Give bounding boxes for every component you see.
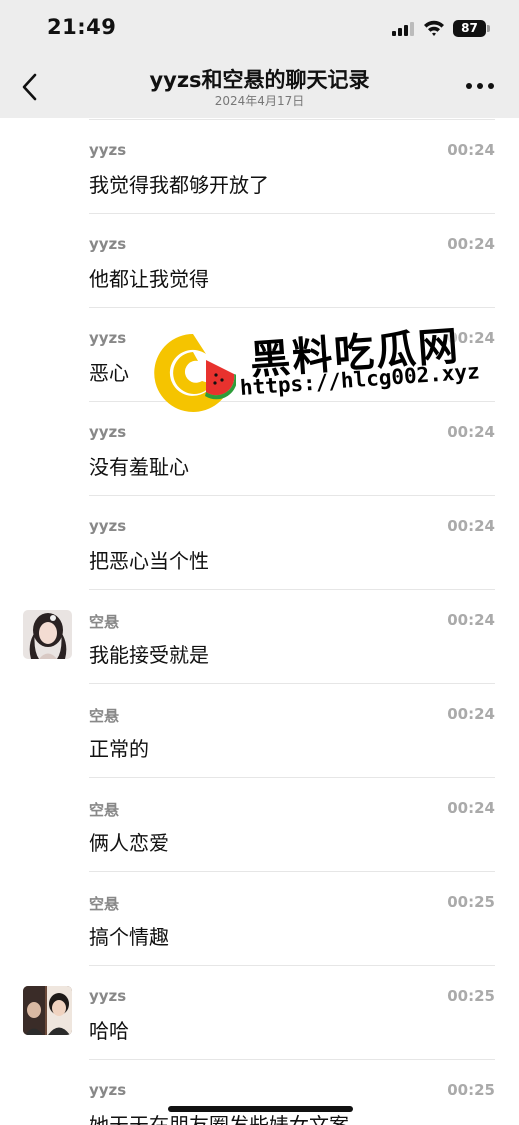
message-time: 00:25 — [447, 893, 495, 911]
message-text: 恶心 — [89, 361, 129, 385]
message-time: 00:25 — [447, 987, 495, 1005]
message-text: 哈哈 — [89, 1019, 129, 1043]
page-title: yyzs和空悬的聊天记录 — [149, 68, 370, 92]
sender-name: yyzs — [89, 329, 127, 347]
list-item[interactable]: yyzs 00:25 哈哈 — [0, 966, 519, 1060]
sender-name: yyzs — [89, 987, 127, 1005]
sender-name: 空悬 — [89, 801, 120, 819]
avatar-girl-icon — [23, 610, 72, 659]
page-subtitle: 2024年4月17日 — [214, 94, 305, 108]
list-item[interactable]: yyzs 00:25 她天天在朋友圈发些婊女文案 — [0, 1060, 519, 1125]
back-chevron-icon[interactable] — [18, 70, 44, 104]
list-item[interactable]: 空悬 00:24 正常的 — [0, 684, 519, 778]
list-item[interactable]: yyzs 00:24 把恶心当个性 — [0, 496, 519, 590]
message-time: 00:25 — [447, 1081, 495, 1099]
message-time: 00:24 — [447, 611, 495, 629]
message-text: 我觉得我都够开放了 — [89, 173, 269, 197]
message-text: 把恶心当个性 — [89, 549, 209, 573]
wifi-icon — [424, 20, 444, 36]
message-time: 00:24 — [447, 141, 495, 159]
sender-name: 空悬 — [89, 613, 120, 631]
message-time: 00:24 — [447, 235, 495, 253]
list-item[interactable]: 空悬 00:24 俩人恋爱 — [0, 778, 519, 872]
sender-name: yyzs — [89, 235, 127, 253]
avatar[interactable] — [23, 610, 72, 659]
nav-bar: yyzs和空悬的聊天记录 2024年4月17日 — [0, 56, 519, 118]
list-item[interactable]: 空悬 00:25 搞个情趣 — [0, 872, 519, 966]
sender-name: yyzs — [89, 1081, 127, 1099]
message-text: 没有羞耻心 — [89, 455, 189, 479]
avatar[interactable] — [23, 986, 72, 1035]
status-bar: 21:49 87 — [0, 0, 519, 56]
sender-name: 空悬 — [89, 895, 120, 913]
more-options-icon[interactable] — [466, 83, 494, 91]
message-text: 俩人恋爱 — [89, 831, 169, 855]
avatar-photo-icon — [23, 986, 72, 1035]
sender-name: yyzs — [89, 517, 127, 535]
sender-name: 空悬 — [89, 707, 120, 725]
message-text: 正常的 — [89, 737, 149, 761]
battery-tip — [487, 25, 490, 32]
chat-record-list[interactable]: yyzs 00:24 我觉得我都够开放了 yyzs 00:24 他都让我觉得 y… — [0, 118, 519, 1125]
list-item[interactable]: yyzs 00:24 他都让我觉得 — [0, 214, 519, 308]
status-time: 21:49 — [47, 15, 117, 39]
list-item[interactable]: yyzs 00:24 我觉得我都够开放了 — [0, 120, 519, 214]
message-text: 搞个情趣 — [89, 925, 169, 949]
top-bar: 21:49 87 yyzs和空悬的聊天记录 2024年4月17日 — [0, 0, 519, 118]
list-item[interactable]: 空悬 00:24 我能接受就是 — [0, 590, 519, 684]
list-item[interactable]: yyzs 00:24 恶心 — [0, 308, 519, 402]
message-time: 00:24 — [447, 705, 495, 723]
message-time: 00:24 — [447, 799, 495, 817]
message-text: 他都让我觉得 — [89, 267, 209, 291]
cellular-signal-icon — [392, 22, 414, 36]
message-text: 我能接受就是 — [89, 643, 209, 667]
list-item[interactable]: yyzs 00:24 没有羞耻心 — [0, 402, 519, 496]
message-time: 00:24 — [447, 329, 495, 347]
message-time: 00:24 — [447, 423, 495, 441]
battery-icon: 87 — [453, 20, 486, 37]
home-indicator[interactable] — [168, 1106, 353, 1112]
sender-name: yyzs — [89, 423, 127, 441]
sender-name: yyzs — [89, 141, 127, 159]
message-time: 00:24 — [447, 517, 495, 535]
